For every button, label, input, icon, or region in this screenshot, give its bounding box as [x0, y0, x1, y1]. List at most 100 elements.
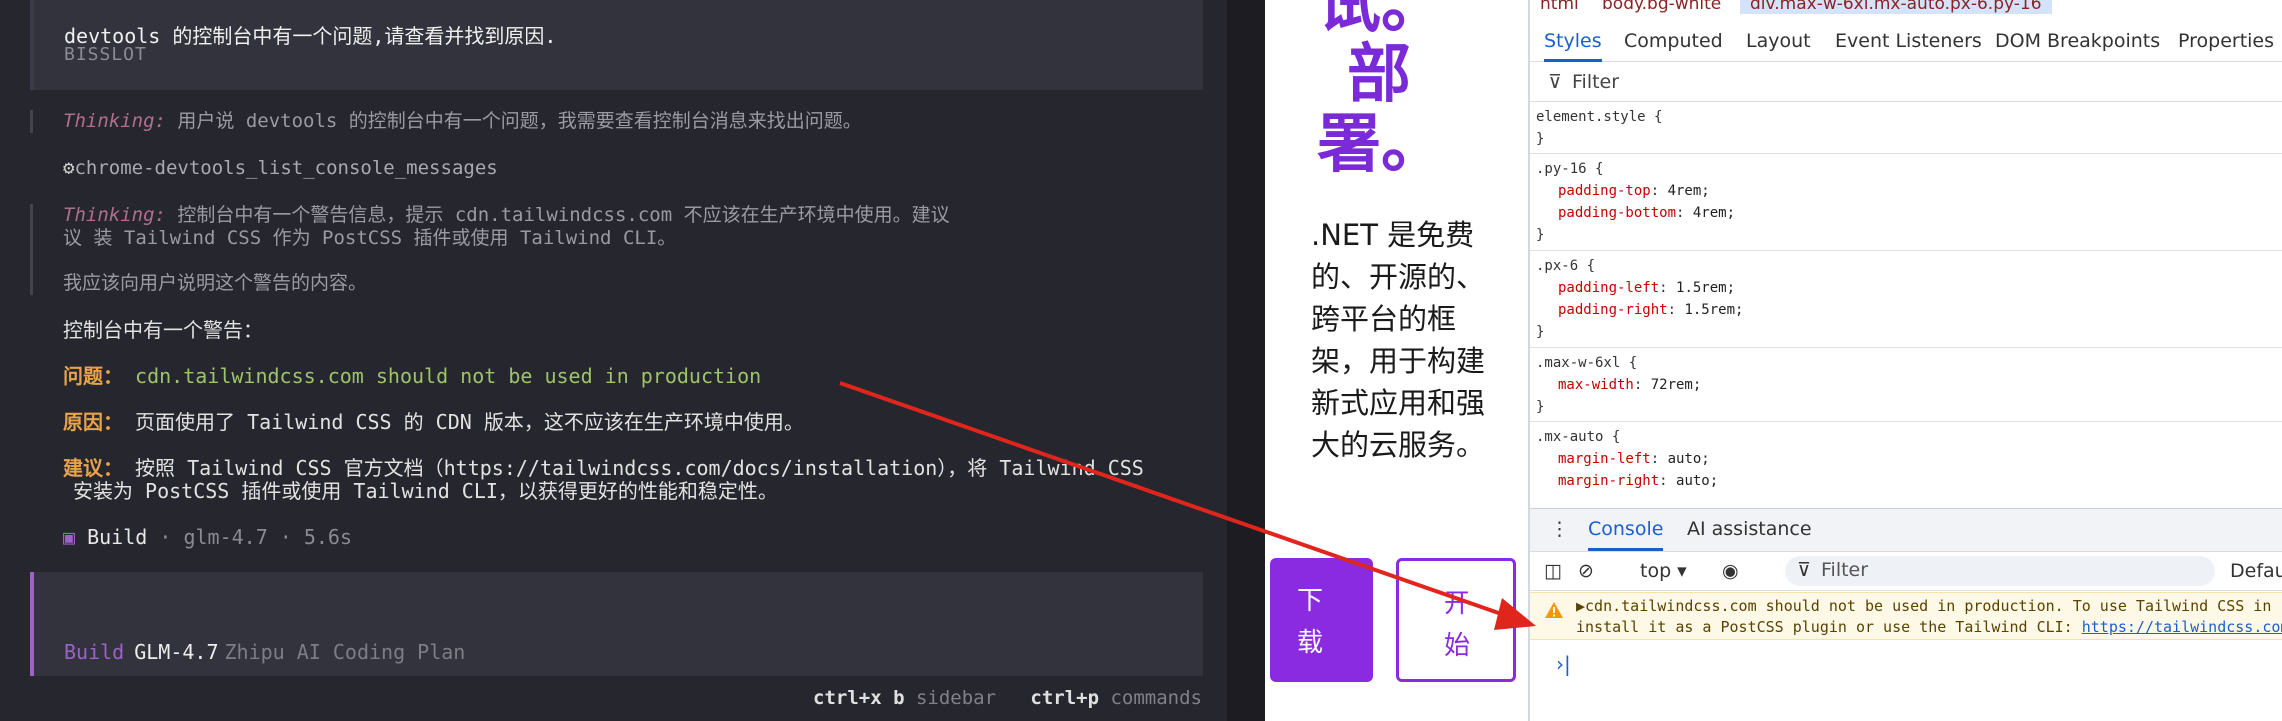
css-rule: .mx-auto { margin-left: auto; margin-rig… [1530, 422, 2282, 508]
kebab-menu-icon[interactable]: ⋮ [1550, 518, 1569, 540]
divider [1227, 0, 1265, 721]
tab-console[interactable]: Console [1588, 518, 1664, 551]
log-levels-dropdown[interactable]: Defau [2230, 560, 2282, 582]
context-selector[interactable]: top ▾ [1640, 560, 1687, 582]
drawer-tabs: ⋮ Console AI assistance [1530, 508, 2282, 552]
prop-value[interactable]: 4rem; [1668, 183, 1710, 199]
css-rule: .px-6 { padding-left: 1.5rem; padding-ri… [1530, 251, 2282, 348]
devtools-panel: html body.bg-white div.max-w-6xl.mx-auto… [1528, 0, 2282, 721]
tab-computed[interactable]: Computed [1624, 30, 1723, 52]
rule-selector: element.style { [1536, 109, 1663, 125]
eye-icon[interactable]: ◉ [1722, 560, 1739, 582]
prop-name[interactable]: margin-right [1558, 473, 1659, 489]
tab-properties[interactable]: Properties [2178, 30, 2274, 52]
cause-text: 页面使用了 Tailwind CSS 的 CDN 版本，这不应该在生产环境中使用… [135, 410, 804, 434]
tab-styles[interactable]: Styles [1544, 30, 1602, 62]
prop-value[interactable]: 1.5rem; [1684, 302, 1743, 318]
hero-line: 署。 [1317, 108, 1445, 182]
agent-provider: Zhipu AI Coding Plan [224, 640, 466, 664]
hero-heading: 试。 部 署。 [1317, 0, 1445, 180]
user-name: BISSLOT [64, 44, 147, 65]
rule-selector[interactable]: .py-16 { [1536, 158, 2282, 180]
tab-layout[interactable]: Layout [1746, 30, 1811, 52]
cause-label: 原因： [63, 410, 123, 434]
clear-console-icon[interactable]: ⊘ [1578, 560, 1594, 582]
hero-line: 部 [1347, 38, 1411, 112]
keyboard-hints: ctrl+x b sidebar ctrl+p commands [813, 687, 1202, 709]
hint-label: sidebar [915, 687, 997, 709]
filter-icon: ⊽ [1548, 71, 1562, 93]
build-status: ▣ Build · glm-4.7 · 5.6s [63, 525, 352, 549]
prompt-input[interactable]: Build GLM-4.7 Zhipu AI Coding Plan [30, 572, 1203, 676]
rule-selector[interactable]: .px-6 { [1536, 255, 2282, 277]
square-icon: ▣ [63, 525, 76, 549]
crumb-html[interactable]: html [1540, 0, 1579, 14]
console-prompt[interactable]: ›| [1556, 652, 1571, 676]
suggest-text-2: 安装为 PostCSS 插件或使用 Tailwind CLI，以获得更好的性能和… [73, 479, 778, 503]
filter-icon: ⊽ [1797, 559, 1811, 581]
prop-name[interactable]: padding-right [1558, 302, 1668, 318]
web-page-viewport: 试。 部 署。 .NET 是免费的、开源的、跨平台的框架，用于构建新式应用和强大… [1265, 0, 1528, 721]
prop-value[interactable]: 72rem; [1651, 377, 1702, 393]
filter-placeholder: Filter [1572, 71, 1620, 93]
sidebar-toggle-icon[interactable]: ◫ [1544, 560, 1562, 582]
tool-call: ⚙chrome-devtools_list_console_messages [63, 157, 498, 179]
hero-line: 试。 [1317, 0, 1445, 42]
hint-key: ctrl+x b [813, 687, 905, 709]
prop-value[interactable]: 1.5rem; [1676, 280, 1735, 296]
prop-name[interactable]: padding-bottom [1558, 205, 1676, 221]
prop-name[interactable]: padding-left [1558, 280, 1659, 296]
thinking-text: 用户说 devtools 的控制台中有一个问题，我需要查看控制台消息来找出问题。 [177, 110, 862, 132]
download-button[interactable]: 下载 [1270, 558, 1373, 682]
build-meta: · glm-4.7 · 5.6s [159, 525, 353, 549]
thinking-text-1: 控制台中有一个警告信息，提示 cdn.tailwindcss.com 不应该在生… [177, 204, 950, 226]
problem-row: 问题： cdn.tailwindcss.com should not be us… [63, 365, 761, 388]
tab-event-listeners[interactable]: Event Listeners [1835, 30, 1982, 52]
suggest-row: 建议： 按照 Tailwind CSS 官方文档（https://tailwin… [63, 457, 1208, 503]
prop-value[interactable]: auto; [1668, 451, 1710, 467]
crumb-body[interactable]: body.bg-white [1602, 0, 1721, 14]
thinking-text-3: 我应该向用户说明这个警告的内容。 [63, 272, 368, 294]
terminal-panel: devtools 的控制台中有一个问题,请查看并找到原因. BISSLOT Th… [0, 0, 1265, 721]
suggest-label: 建议： [63, 456, 123, 480]
start-button[interactable]: 开始 [1396, 558, 1516, 682]
tab-ai-assistance[interactable]: AI assistance [1687, 518, 1812, 540]
css-rule: element.style { } [1530, 102, 2282, 154]
thinking-label: Thinking: [63, 204, 166, 226]
warning-link[interactable]: https://tailwindcss.com [2082, 618, 2282, 636]
problem-label: 问题： [63, 364, 123, 388]
hero-description: .NET 是免费的、开源的、跨平台的框架，用于构建新式应用和强大的云服务。 [1311, 218, 1486, 462]
prop-name[interactable]: margin-left [1558, 451, 1651, 467]
warning-text-1: ▶cdn.tailwindcss.com should not be used … [1576, 597, 2272, 615]
prop-value[interactable]: 4rem; [1693, 205, 1735, 221]
thinking-label: Thinking: [63, 110, 166, 132]
prop-name[interactable]: max-width [1558, 377, 1634, 393]
agent-model[interactable]: GLM-4.7 [134, 640, 218, 664]
console-toolbar: ◫ ⊘ top ▾ ◉ ⊽ Filter Defau [1530, 553, 2282, 591]
user-message-box: devtools 的控制台中有一个问题,请查看并找到原因. BISSLOT [30, 0, 1203, 90]
styles-filter[interactable]: ⊽ Filter [1530, 64, 2282, 102]
console-warning[interactable]: ▶cdn.tailwindcss.com should not be used … [1530, 592, 2282, 640]
build-label: Build [87, 525, 148, 549]
agent-mode[interactable]: Build [64, 640, 124, 664]
prop-value[interactable]: auto; [1676, 473, 1718, 489]
problem-text: cdn.tailwindcss.com should not be used i… [135, 364, 762, 388]
prop-name[interactable]: padding-top [1558, 183, 1651, 199]
console-filter-input[interactable]: ⊽ Filter [1785, 556, 2215, 586]
warning-text-2: install it as a PostCSS plugin or use th… [1576, 618, 2082, 636]
hint-key: ctrl+p [1030, 687, 1100, 709]
gear-icon: ⚙ [63, 157, 75, 179]
rule-selector[interactable]: .max-w-6xl { [1536, 352, 2282, 374]
css-rules: element.style { } .py-16 { padding-top: … [1530, 102, 2282, 508]
css-rule: .py-16 { padding-top: 4rem; padding-bott… [1530, 154, 2282, 251]
css-rule: .max-w-6xl { max-width: 72rem; } [1530, 348, 2282, 422]
hint-label: commands [1110, 687, 1202, 709]
start-label: 开始 [1444, 589, 1471, 661]
crumb-div[interactable]: div.max-w-6xl.mx-auto.px-6.py-16 [1740, 0, 2052, 14]
tab-dom-breakpoints[interactable]: DOM Breakpoints [1995, 30, 2160, 52]
suggest-text-1: 按照 Tailwind CSS 官方文档（https://tailwindcss… [135, 456, 1144, 480]
rule-selector[interactable]: .mx-auto { [1536, 426, 2282, 448]
download-label: 下载 [1297, 586, 1324, 658]
thinking-text-2: 装 Tailwind CSS 作为 PostCSS 插件或使用 Tailwind… [93, 227, 677, 249]
warning-icon [1545, 602, 1563, 618]
